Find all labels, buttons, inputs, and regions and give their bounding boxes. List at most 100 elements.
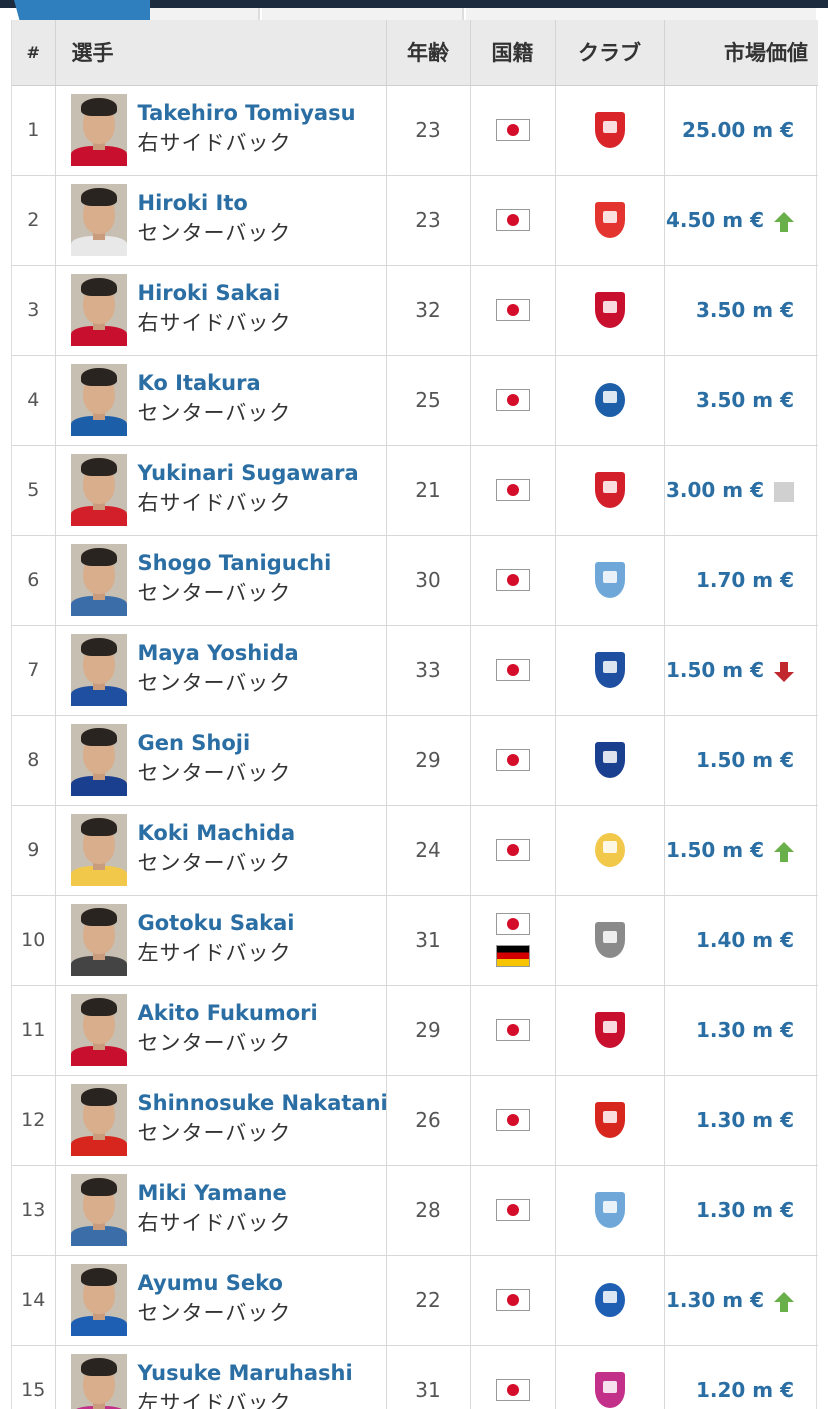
header-player[interactable]: 選手 <box>54 20 386 86</box>
kobe-crest[interactable] <box>593 920 627 960</box>
stuttgart-crest[interactable] <box>593 200 627 240</box>
sampdoria-crest[interactable] <box>593 650 627 690</box>
market-value[interactable]: 1.70 m € <box>696 568 794 592</box>
player-name-link[interactable]: Takehiro Tomiyasu <box>138 100 356 126</box>
market-value[interactable]: 1.50 m € <box>666 658 764 682</box>
market-value[interactable]: 1.20 m € <box>696 1378 794 1402</box>
schalke-crest[interactable] <box>593 380 627 420</box>
germany-flag[interactable] <box>495 945 530 967</box>
market-value[interactable]: 1.40 m € <box>696 928 794 952</box>
market-value[interactable]: 1.30 m € <box>696 1198 794 1222</box>
player-name-link[interactable]: Yukinari Sugawara <box>138 460 359 486</box>
market-value[interactable]: 1.30 m € <box>696 1018 794 1042</box>
market-value[interactable]: 4.50 m € <box>666 208 764 232</box>
player-name-link[interactable]: Hiroki Sakai <box>138 280 292 306</box>
player-cell: Takehiro Tomiyasu 右サイドバック <box>54 85 386 176</box>
player-name-link[interactable]: Hiroki Ito <box>138 190 292 216</box>
player-position: 左サイドバック <box>137 1391 292 1409</box>
japan-flag[interactable] <box>495 569 530 591</box>
tab-4[interactable] <box>466 8 816 20</box>
kawasaki-crest[interactable] <box>593 1190 627 1230</box>
japan-flag[interactable] <box>495 389 530 411</box>
urawa-crest[interactable] <box>593 290 627 330</box>
player-position: センターバック <box>137 851 292 875</box>
az-crest[interactable] <box>593 470 627 510</box>
player-name-link[interactable]: Shogo Taniguchi <box>138 550 332 576</box>
market-value-cell: 3.50 m € <box>663 355 818 446</box>
player-age: 31 <box>385 895 470 986</box>
tab-active[interactable] <box>14 0 150 20</box>
player-photo[interactable] <box>70 904 127 976</box>
tab-separator <box>462 8 464 20</box>
market-value[interactable]: 1.30 m € <box>696 1108 794 1132</box>
player-name-link[interactable]: Gotoku Sakai <box>138 910 295 936</box>
tab-2[interactable] <box>150 8 260 20</box>
player-age: 24 <box>385 805 470 896</box>
japan-flag[interactable] <box>495 749 530 771</box>
header-market-value[interactable]: 市場価値 <box>663 20 818 86</box>
player-photo[interactable] <box>70 634 127 706</box>
grasshoppers-crest[interactable] <box>593 1280 627 1320</box>
market-value-cell: 3.00 m € <box>663 445 818 536</box>
market-value[interactable]: 25.00 m € <box>682 118 794 142</box>
player-photo[interactable] <box>70 724 127 796</box>
trend-up-arrow-icon <box>774 211 794 232</box>
player-photo[interactable] <box>70 94 127 166</box>
player-position: センターバック <box>137 221 292 245</box>
player-name-link[interactable]: Akito Fukumori <box>138 1000 318 1026</box>
arsenal-crest[interactable] <box>593 110 627 150</box>
market-value[interactable]: 1.50 m € <box>696 748 794 772</box>
japan-flag[interactable] <box>495 1379 530 1401</box>
japan-flag[interactable] <box>495 119 530 141</box>
player-photo[interactable] <box>70 1264 127 1336</box>
header-club[interactable]: クラブ <box>554 20 664 86</box>
cerezo-crest[interactable] <box>593 1370 627 1409</box>
player-name-link[interactable]: Miki Yamane <box>138 1180 292 1206</box>
player-name-link[interactable]: Ko Itakura <box>138 370 292 396</box>
player-photo[interactable] <box>70 814 127 886</box>
market-value[interactable]: 3.50 m € <box>696 388 794 412</box>
player-cell: Gen Shoji センターバック <box>54 715 386 806</box>
player-photo[interactable] <box>70 1084 127 1156</box>
player-photo[interactable] <box>70 184 127 256</box>
header-age[interactable]: 年齢 <box>385 20 470 86</box>
nagoya-crest[interactable] <box>593 1100 627 1140</box>
japan-flag[interactable] <box>495 299 530 321</box>
japan-flag[interactable] <box>495 479 530 501</box>
japan-flag[interactable] <box>495 1019 530 1041</box>
player-photo[interactable] <box>70 364 127 436</box>
sapporo-crest[interactable] <box>593 1010 627 1050</box>
player-name-link[interactable]: Shinnosuke Nakatani <box>138 1090 388 1116</box>
player-photo[interactable] <box>70 274 127 346</box>
market-value[interactable]: 1.30 m € <box>666 1288 764 1312</box>
gamba-crest[interactable] <box>593 740 627 780</box>
tab-3[interactable] <box>262 8 462 20</box>
row-number: 6 <box>12 535 55 626</box>
japan-flag[interactable] <box>495 913 530 935</box>
player-name-link[interactable]: Yusuke Maruhashi <box>138 1360 353 1386</box>
market-value[interactable]: 3.00 m € <box>666 478 764 502</box>
player-photo[interactable] <box>70 1174 127 1246</box>
player-photo[interactable] <box>70 994 127 1066</box>
header-nationality[interactable]: 国籍 <box>469 20 555 86</box>
japan-flag[interactable] <box>495 1199 530 1221</box>
player-photo[interactable] <box>70 544 127 616</box>
japan-flag[interactable] <box>495 209 530 231</box>
club-cell <box>554 895 664 986</box>
market-value[interactable]: 1.50 m € <box>666 838 764 862</box>
player-photo[interactable] <box>70 454 127 526</box>
player-name-link[interactable]: Gen Shoji <box>138 730 292 756</box>
player-name-link[interactable]: Maya Yoshida <box>138 640 299 666</box>
market-value[interactable]: 3.50 m € <box>696 298 794 322</box>
player-name-link[interactable]: Ayumu Seko <box>138 1270 292 1296</box>
player-photo[interactable] <box>70 1354 127 1409</box>
kawasaki-crest[interactable] <box>593 560 627 600</box>
player-name-link[interactable]: Koki Machida <box>138 820 296 846</box>
header-number[interactable]: # <box>12 20 55 86</box>
club-cell <box>554 445 664 536</box>
japan-flag[interactable] <box>495 1289 530 1311</box>
japan-flag[interactable] <box>495 1109 530 1131</box>
japan-flag[interactable] <box>495 839 530 861</box>
union-sg-crest[interactable] <box>593 830 627 870</box>
japan-flag[interactable] <box>495 659 530 681</box>
